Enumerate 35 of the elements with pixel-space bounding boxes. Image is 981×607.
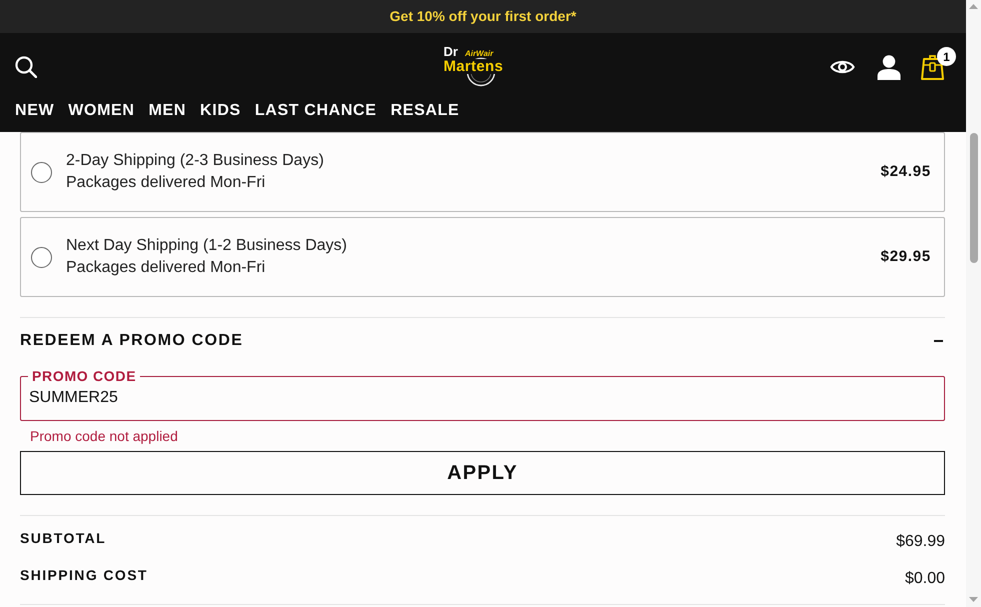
shipping-method-name: 2-Day Shipping (2-3 Business Days): [66, 151, 325, 171]
apply-button[interactable]: APPLY: [20, 451, 945, 495]
cart-count-badge: 1: [936, 47, 956, 66]
nav-link[interactable]: NEW: [15, 101, 54, 120]
eye-icon[interactable]: [830, 58, 855, 76]
shipping-option[interactable]: 2-Day Shipping (2-3 Business Days) Packages delivered Mon-Fri $24.95: [20, 132, 945, 212]
shipping-method-name: Next Day Shipping (1-2 Business Days): [66, 236, 348, 256]
delivery-days-text: Packages delivered Mon-Fri: [66, 258, 266, 278]
radio-button[interactable]: [31, 162, 52, 182]
summary-label: SHIPPING COST: [20, 567, 148, 584]
logo-text: Martens: [442, 59, 504, 74]
bag-icon[interactable]: [920, 54, 944, 80]
radio-button[interactable]: [31, 246, 52, 268]
promo-code-input[interactable]: SUMMER25: [29, 388, 936, 408]
nav-link[interactable]: MEN: [148, 101, 186, 120]
summary-label: SUBTOTAL: [20, 530, 106, 547]
nav-link[interactable]: KIDS: [200, 101, 241, 120]
shipping-price: $24.95: [880, 162, 931, 182]
promo-section-title: REDEEM A PROMO CODE: [20, 331, 244, 351]
nav-link[interactable]: WOMEN: [68, 101, 135, 120]
banner-text[interactable]: Get 10% off your first order*: [390, 6, 576, 27]
summary-value: $69.99: [896, 532, 945, 551]
search-icon[interactable]: [15, 56, 37, 78]
logo-tagline: AirWair: [464, 49, 494, 58]
summary-value: $0.00: [904, 569, 945, 588]
logo-text: Dr: [442, 45, 459, 58]
shipping-option[interactable]: Next Day Shipping (1-2 Business Days) Packages delivered Mon-Fri $29.95: [20, 217, 945, 297]
shipping-price: $29.95: [880, 246, 931, 267]
delivery-days-text: Packages delivered Mon-Fri: [66, 173, 266, 193]
promo-code-field[interactable]: PROMO CODE SUMMER25: [20, 368, 945, 421]
user-icon[interactable]: [876, 54, 901, 80]
nav-link[interactable]: LAST CHANCE: [254, 101, 377, 120]
scrollbar-thumb[interactable]: [970, 133, 978, 263]
nav-link[interactable]: RESALE: [390, 101, 460, 120]
error-message: Promo code not applied: [29, 428, 179, 445]
